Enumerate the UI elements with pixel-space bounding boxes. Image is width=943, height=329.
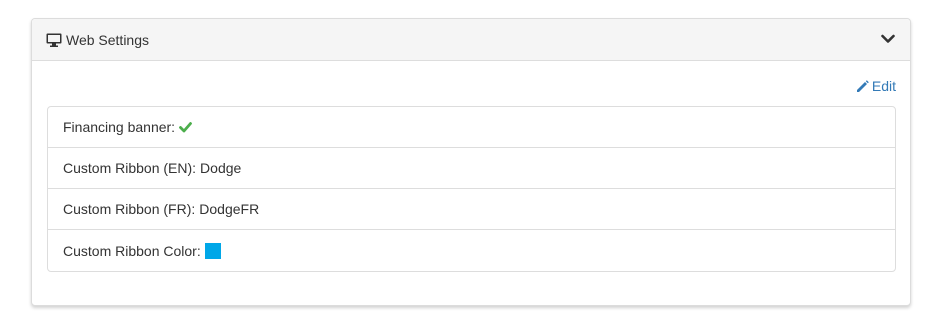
pencil-icon: [856, 79, 869, 93]
setting-custom-ribbon-fr: Custom Ribbon (FR): DodgeFR: [48, 189, 895, 230]
setting-value: DodgeFR: [199, 201, 260, 217]
web-settings-panel: Web Settings Edit Financing banner: Cust…: [31, 18, 911, 306]
chevron-down-icon[interactable]: [880, 32, 896, 46]
setting-custom-ribbon-en: Custom Ribbon (EN): Dodge: [48, 148, 895, 189]
panel-title: Web Settings: [66, 31, 150, 48]
setting-financing-banner: Financing banner:: [48, 107, 895, 148]
setting-label: Custom Ribbon (EN):: [63, 160, 197, 176]
check-icon: [179, 121, 192, 133]
settings-list: Financing banner: Custom Ribbon (EN): Do…: [47, 106, 896, 272]
edit-label: Edit: [871, 78, 896, 94]
setting-label: Custom Ribbon (FR):: [63, 201, 196, 217]
setting-label: Financing banner:: [63, 119, 176, 135]
panel-heading: Web Settings: [32, 19, 910, 61]
ribbon-color-swatch: [204, 242, 221, 259]
edit-link[interactable]: Edit: [856, 78, 896, 94]
setting-custom-ribbon-color: Custom Ribbon Color:: [48, 230, 895, 271]
monitor-icon: [46, 33, 62, 47]
setting-value: Dodge: [200, 160, 242, 176]
setting-label: Custom Ribbon Color:: [63, 242, 201, 259]
